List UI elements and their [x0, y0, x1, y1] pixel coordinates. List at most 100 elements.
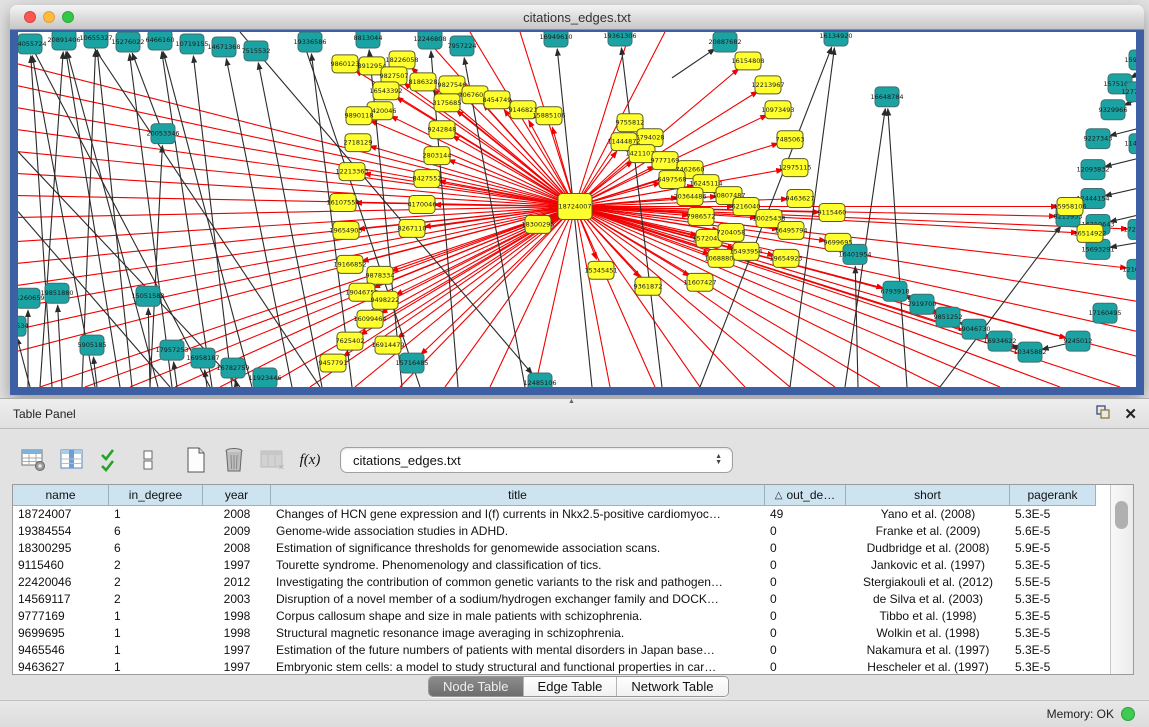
- table-row[interactable]: 1830029562008Estimation of significance …: [13, 540, 1133, 557]
- float-window-icon[interactable]: [1096, 405, 1110, 424]
- svg-text:8454749: 8454749: [483, 96, 512, 104]
- svg-text:12246808: 12246808: [413, 35, 446, 43]
- table-row[interactable]: 1872400712008Changes of HCN gene express…: [13, 506, 1133, 523]
- table-row[interactable]: 2242004622012Investigating the contribut…: [13, 574, 1133, 591]
- svg-text:16949610: 16949610: [539, 33, 572, 41]
- svg-text:15493954: 15493954: [729, 247, 762, 255]
- svg-text:17210643: 17210643: [1123, 225, 1136, 233]
- close-window-button[interactable]: [24, 11, 36, 23]
- cell-in_degree: 2: [109, 557, 203, 574]
- cell-in_degree: 6: [109, 540, 203, 557]
- cell-name: 9115460: [13, 557, 109, 574]
- memory-ok-indicator[interactable]: [1121, 707, 1135, 721]
- window-title: citations_edges.txt: [523, 10, 631, 25]
- svg-text:17957253: 17957253: [155, 346, 188, 354]
- table-row[interactable]: 969969511998Structural magnetic resonanc…: [13, 625, 1133, 642]
- svg-text:9329966: 9329966: [1099, 106, 1128, 114]
- network-window-titlebar[interactable]: citations_edges.txt: [10, 5, 1144, 30]
- scrollbar-thumb[interactable]: [1115, 501, 1128, 529]
- cell-year: 1997: [203, 659, 271, 676]
- minimize-window-button[interactable]: [43, 11, 55, 23]
- table-row[interactable]: 946362711997Embryonic stem cells: a mode…: [13, 659, 1133, 676]
- column-header-in-degree[interactable]: in_degree: [109, 485, 203, 506]
- table-row[interactable]: 946554611997Estimation of the future num…: [13, 642, 1133, 659]
- column-header-out-degree[interactable]: △ out_de…: [765, 485, 846, 506]
- dropdown-value: citations_edges.txt: [341, 453, 715, 468]
- svg-text:16914479: 16914479: [371, 341, 404, 349]
- svg-text:12093832: 12093832: [1076, 166, 1109, 174]
- column-select-button[interactable]: [54, 443, 90, 477]
- svg-text:16107554: 16107554: [326, 199, 359, 207]
- table-row[interactable]: 911546021997Tourette syndrome. Phenomeno…: [13, 557, 1133, 574]
- table-mode-button[interactable]: [16, 443, 52, 477]
- close-panel-icon[interactable]: ✕: [1124, 407, 1137, 422]
- cell-title: Investigating the contribution of common…: [271, 574, 765, 591]
- svg-text:2718129: 2718129: [344, 139, 373, 147]
- delete-table-button[interactable]: ✕: [254, 443, 290, 477]
- column-header-year[interactable]: year: [203, 485, 271, 506]
- svg-text:7625402: 7625402: [336, 337, 365, 345]
- cell-title: Disruption of a novel member of a sodium…: [271, 591, 765, 608]
- svg-text:9860123: 9860123: [331, 60, 360, 68]
- column-header-pagerank[interactable]: pagerank: [1010, 485, 1096, 506]
- clear-selection-button[interactable]: [130, 443, 166, 477]
- tab-edge-table[interactable]: Edge Table: [524, 677, 618, 696]
- function-builder-button[interactable]: f(x): [292, 443, 328, 477]
- svg-text:✕: ✕: [278, 463, 285, 472]
- column-header-short[interactable]: short: [846, 485, 1010, 506]
- svg-text:16401954: 16401954: [838, 250, 871, 258]
- cell-in_degree: 1: [109, 608, 203, 625]
- column-header-name[interactable]: name: [13, 485, 109, 506]
- svg-text:7485063: 7485063: [776, 136, 805, 144]
- table-mode-icon: [21, 448, 47, 472]
- svg-text:16648784: 16648784: [870, 93, 903, 101]
- delete-column-button[interactable]: [216, 443, 252, 477]
- cell-in_degree: 2: [109, 591, 203, 608]
- svg-text:12103554: 12103554: [1122, 265, 1136, 273]
- cell-year: 1998: [203, 625, 271, 642]
- svg-text:18226058: 18226058: [385, 56, 418, 64]
- table-row[interactable]: 1456911722003Disruption of a novel membe…: [13, 591, 1133, 608]
- svg-text:12774106: 12774106: [1121, 88, 1136, 96]
- vertical-scrollbar[interactable]: [1110, 485, 1133, 674]
- tab-node-table[interactable]: Node Table: [429, 677, 524, 696]
- network-canvas[interactable]: 1872400798601238912954182260589827507165…: [18, 32, 1136, 387]
- table-toolbar: ✕ f(x) citations_edges.txt ▲▼: [0, 439, 1149, 481]
- new-column-button[interactable]: [178, 443, 214, 477]
- cell-out_degree: 0: [765, 608, 846, 625]
- table-row[interactable]: 977716911998Corpus callosum shape and si…: [13, 608, 1133, 625]
- splitter-handle[interactable]: ▲: [568, 398, 575, 405]
- table-row[interactable]: 1938455462009Genome-wide association stu…: [13, 523, 1133, 540]
- svg-text:9890118: 9890118: [345, 112, 374, 120]
- new-column-icon: [185, 447, 207, 473]
- cell-name: 22420046: [13, 574, 109, 591]
- svg-text:7957224: 7957224: [448, 42, 477, 50]
- column-header-title[interactable]: title: [271, 485, 765, 506]
- svg-text:19654903: 19654903: [329, 226, 362, 234]
- network-frame: 1872400798601238912954182260589827507165…: [10, 30, 1144, 395]
- svg-text:14671368: 14671368: [207, 43, 240, 51]
- svg-text:7919700: 7919700: [908, 300, 937, 308]
- svg-text:20053346: 20053346: [146, 130, 179, 138]
- cell-year: 1997: [203, 557, 271, 574]
- svg-text:16099464: 16099464: [353, 315, 386, 323]
- svg-text:16245114: 16245114: [689, 180, 722, 188]
- cell-name: 18300295: [13, 540, 109, 557]
- cell-year: 2008: [203, 540, 271, 557]
- svg-text:15276022: 15276022: [111, 38, 144, 46]
- select-all-button[interactable]: [92, 443, 128, 477]
- svg-text:15693291: 15693291: [1081, 245, 1114, 253]
- svg-text:17160495: 17160495: [1088, 309, 1121, 317]
- svg-text:9115460: 9115460: [818, 208, 847, 216]
- memory-status-label: Memory: OK: [1047, 707, 1114, 721]
- cell-out_degree: 49: [765, 506, 846, 523]
- cell-title: Tourette syndrome. Phenomenology and cla…: [271, 557, 765, 574]
- cell-year: 2012: [203, 574, 271, 591]
- tab-network-table[interactable]: Network Table: [617, 677, 727, 696]
- svg-text:10655327: 10655327: [79, 34, 112, 42]
- svg-text:12485106: 12485106: [523, 379, 556, 387]
- table-select-dropdown[interactable]: citations_edges.txt ▲▼: [340, 447, 733, 473]
- svg-text:8427552: 8427552: [413, 175, 442, 183]
- zoom-window-button[interactable]: [62, 11, 74, 23]
- cell-name: 9463627: [13, 659, 109, 676]
